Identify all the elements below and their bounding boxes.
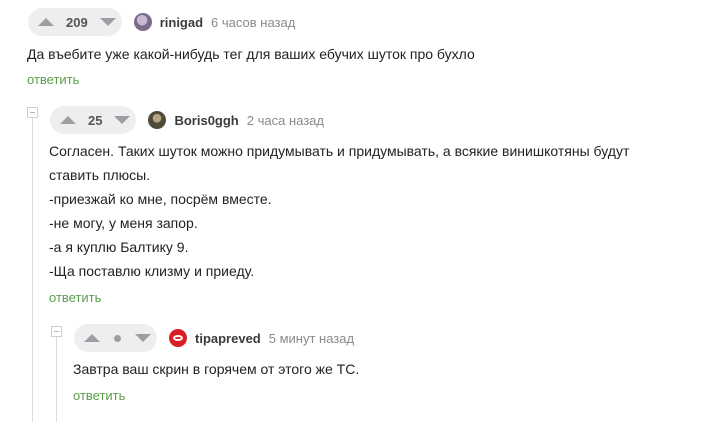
- avatar-logo-icon: [173, 335, 183, 341]
- collapse-minus-icon[interactable]: [27, 107, 38, 118]
- comment-line: Да въебите уже какой-нибудь тег для ваши…: [27, 46, 475, 62]
- comment-time[interactable]: 5 минут назад: [269, 331, 354, 346]
- arrow-down-icon[interactable]: [114, 116, 131, 124]
- comment-header: 209 rinigad 6 часов назад: [28, 8, 295, 36]
- arrow-down-icon[interactable]: [135, 334, 151, 342]
- vote-widget: [74, 324, 157, 352]
- comment-line: -а я куплю Балтику 9.: [49, 239, 189, 255]
- comment-line: -приезжай ко мне, посрём вместе.: [49, 191, 272, 207]
- author-name[interactable]: rinigad: [160, 15, 203, 30]
- arrow-up-icon[interactable]: [60, 116, 76, 124]
- comment-line: Завтра ваш скрин в горячем от этого же Т…: [73, 361, 360, 377]
- comment-header: 25 Boris0ggh 2 часа назад: [50, 106, 324, 134]
- reply-link[interactable]: ответить: [73, 388, 125, 403]
- reply-link[interactable]: ответить: [27, 72, 79, 87]
- comment-text: Завтра ваш скрин в горячем от этого же Т…: [73, 357, 673, 381]
- avatar[interactable]: [148, 111, 167, 129]
- comment-line: -не могу, у меня запор.: [49, 215, 198, 231]
- author-name[interactable]: Boris0ggh: [174, 113, 238, 128]
- comment-line: ставить плюсы.: [49, 167, 151, 183]
- comment-line: -Ща поставлю клизму и приеду.: [49, 263, 255, 279]
- arrow-up-icon[interactable]: [38, 18, 54, 26]
- arrow-up-icon[interactable]: [84, 334, 100, 342]
- vote-widget: 25: [50, 106, 137, 134]
- comment-text: Согласен. Таких шуток можно придумывать …: [49, 139, 689, 283]
- vote-neutral-dot-icon: [114, 334, 121, 342]
- avatar[interactable]: [169, 329, 187, 347]
- comment-line: Согласен. Таких шуток можно придумывать …: [49, 143, 630, 159]
- reply-link[interactable]: ответить: [49, 290, 101, 305]
- vote-count: 209: [66, 14, 88, 30]
- vote-count: 25: [88, 112, 103, 128]
- thread-line-level-1: [32, 117, 33, 422]
- vote-widget: 209: [28, 8, 122, 36]
- avatar[interactable]: [133, 13, 152, 31]
- comment-text: Да въебите уже какой-нибудь тег для ваши…: [27, 42, 687, 66]
- comment-time[interactable]: 6 часов назад: [211, 15, 295, 30]
- author-name[interactable]: tipapreved: [195, 331, 261, 346]
- collapse-minus-icon[interactable]: [51, 326, 62, 337]
- comment-time[interactable]: 2 часа назад: [247, 113, 324, 128]
- arrow-down-icon[interactable]: [99, 18, 116, 26]
- thread-line-level-2: [56, 336, 57, 422]
- comment-header: tipapreved 5 минут назад: [74, 324, 354, 352]
